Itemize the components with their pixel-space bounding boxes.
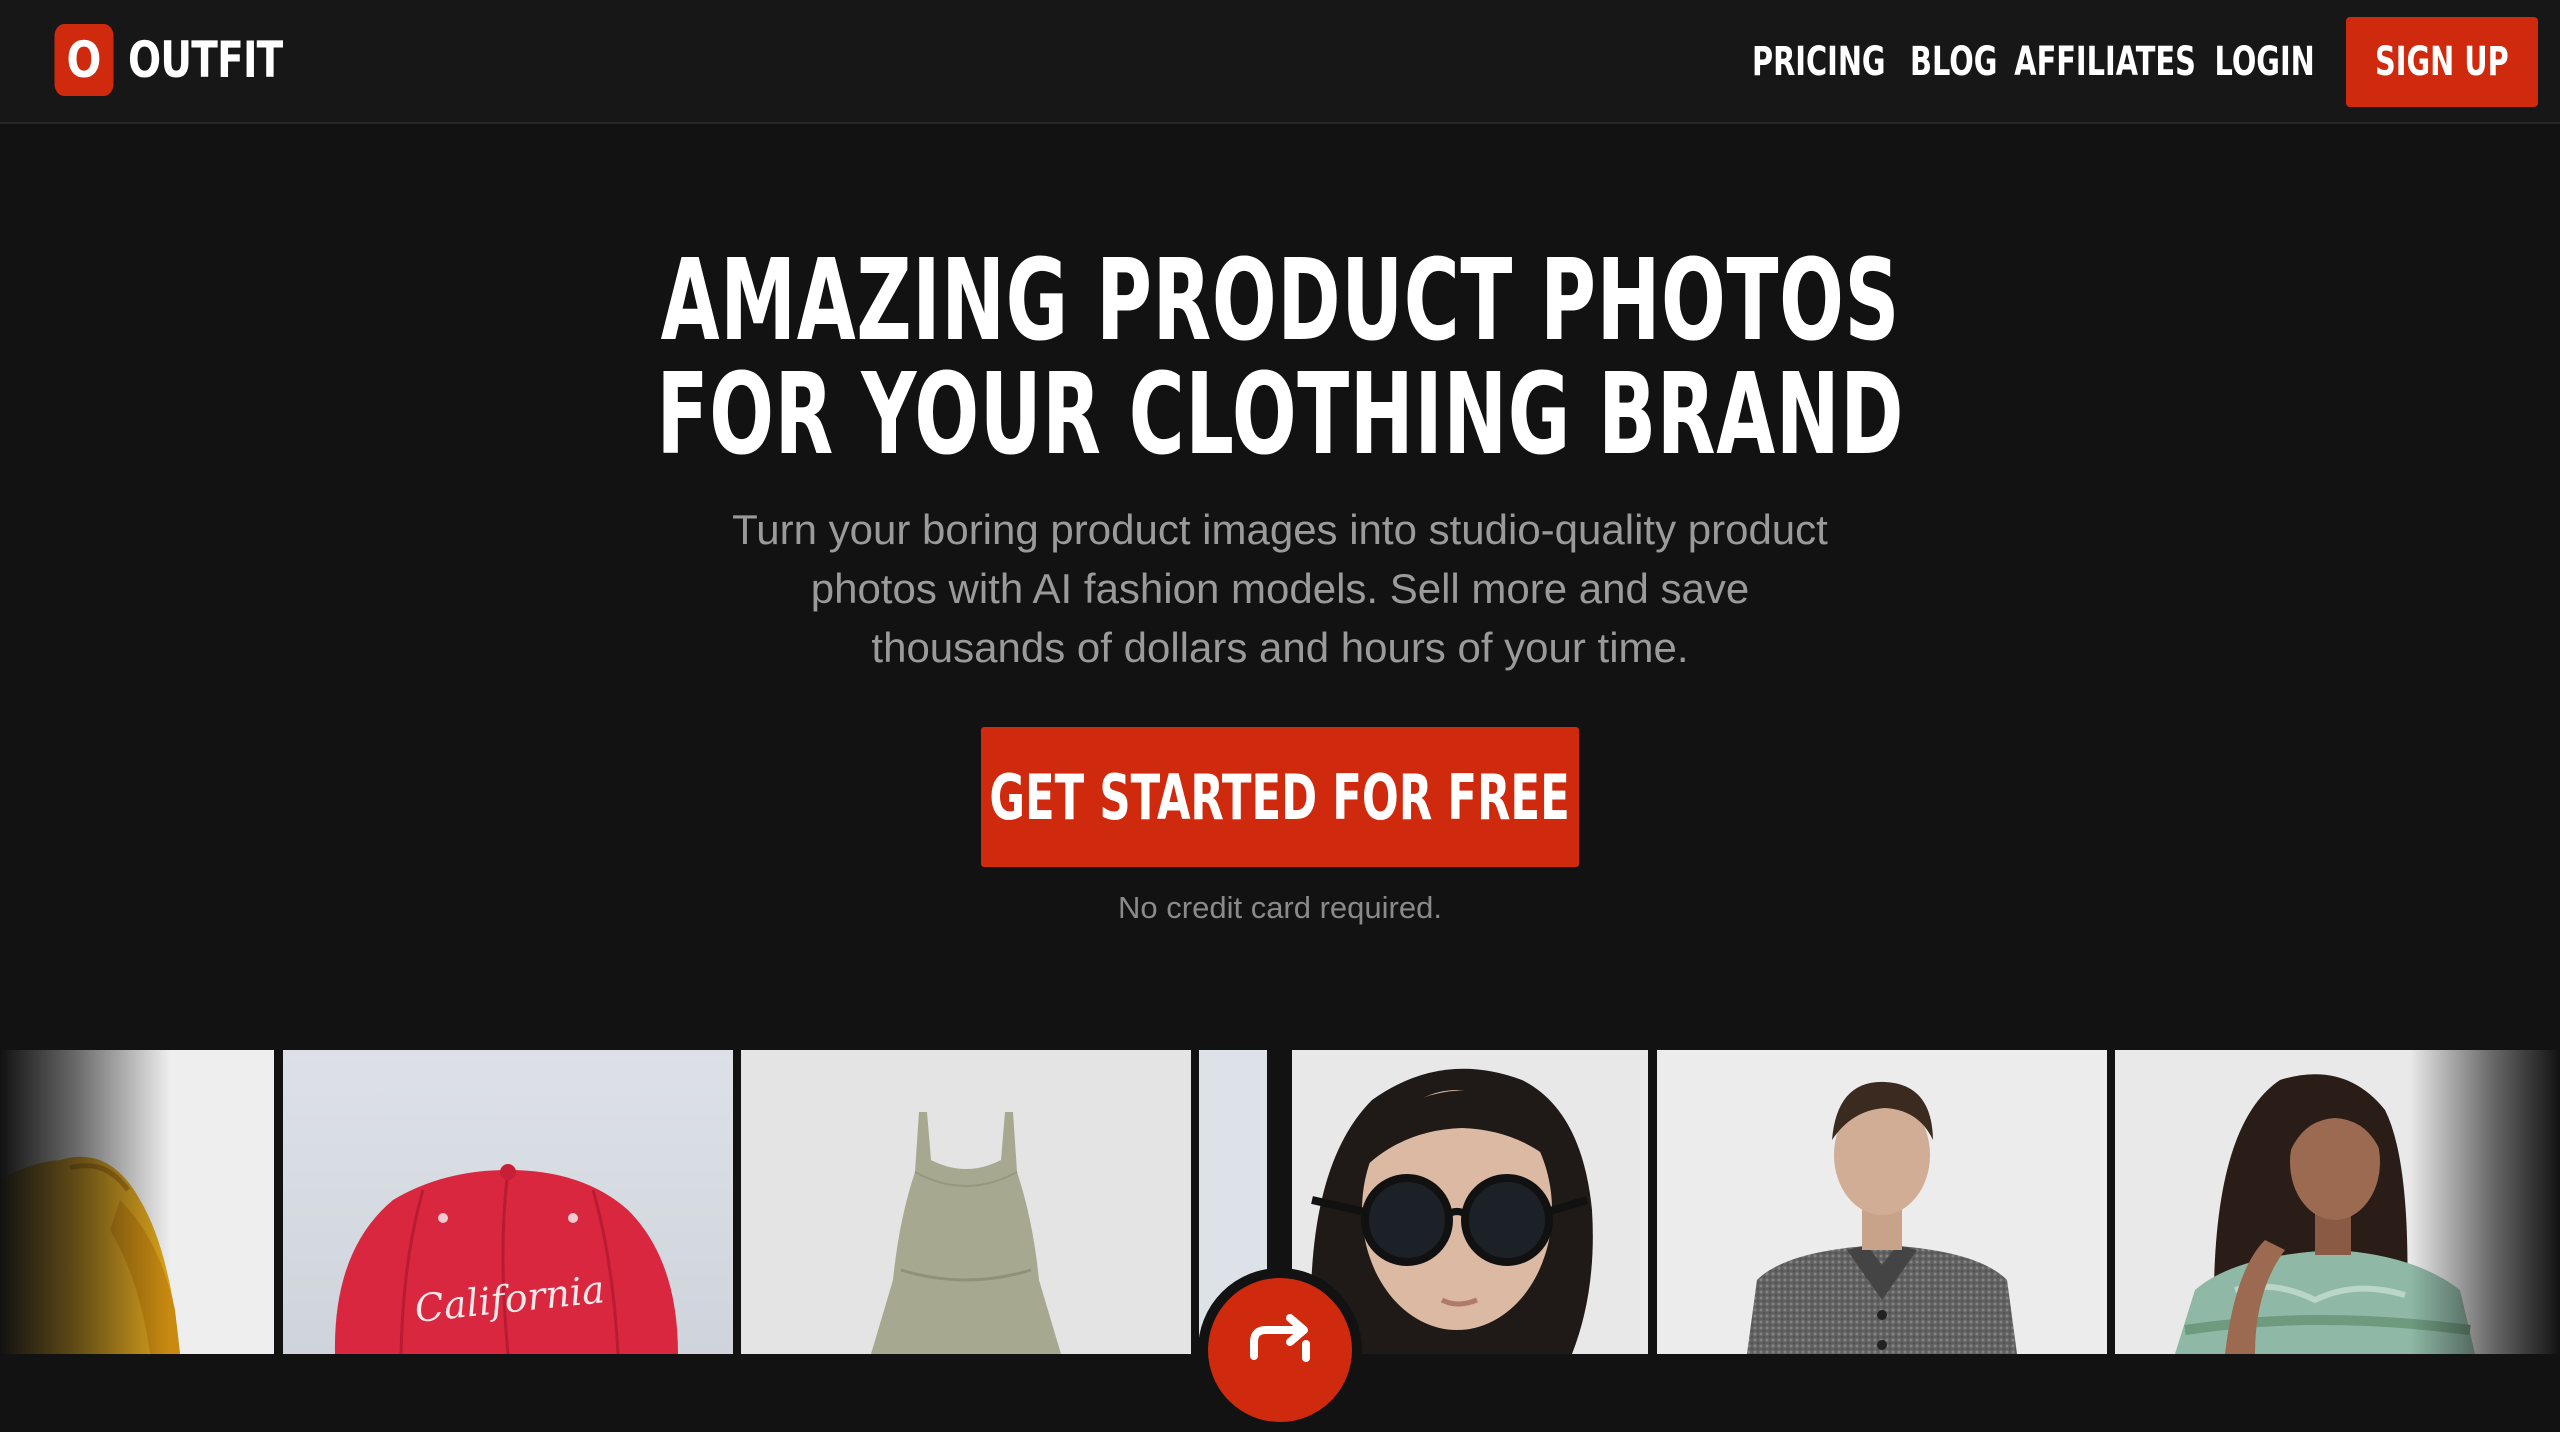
nav-link-pricing[interactable]: PRICING bbox=[1752, 39, 1886, 85]
hero-title: AMAZING PRODUCT PHOTOS FOR YOUR CLOTHING… bbox=[0, 244, 2560, 472]
brand-logo[interactable]: O OUTFIT bbox=[48, 24, 326, 96]
brand-name: OUTFIT bbox=[128, 31, 283, 89]
nav-link-login[interactable]: LOGIN bbox=[2214, 39, 2314, 85]
logo-mark: O bbox=[54, 24, 114, 96]
sage-dress-image bbox=[741, 1050, 1191, 1354]
get-started-button[interactable]: GET STARTED FOR FREE bbox=[981, 727, 1579, 867]
gallery-card-red-cap: California bbox=[283, 1050, 733, 1354]
knit-sweater-model-image bbox=[2115, 1050, 2560, 1354]
get-started-label: GET STARTED FOR FREE bbox=[989, 760, 1571, 834]
hero-title-line2: FOR YOUR CLOTHING BRAND bbox=[656, 350, 1904, 480]
hero-title-line1: AMAZING PRODUCT PHOTOS bbox=[660, 236, 1900, 366]
hero-subtitle: Turn your boring product images into stu… bbox=[732, 506, 1828, 671]
tweed-jacket-model-image bbox=[1657, 1050, 2107, 1354]
signup-button[interactable]: SIGN UP bbox=[2346, 17, 2538, 107]
gallery-card-sage-dress bbox=[741, 1050, 1191, 1354]
image-compare-toggle-button[interactable] bbox=[1198, 1268, 1362, 1432]
cta-note: No credit card required. bbox=[1118, 890, 1442, 925]
top-navbar: O OUTFIT PRICING BLOG AFFILIATES LOGIN S… bbox=[0, 0, 2560, 124]
nav-link-blog[interactable]: BLOG bbox=[1910, 39, 1997, 85]
gallery-card-knit-sweater-model bbox=[2115, 1050, 2560, 1354]
nav-link-affiliates[interactable]: AFFILIATES bbox=[2014, 39, 2196, 85]
red-cap-image: California bbox=[283, 1050, 733, 1354]
gallery-card-tweed-jacket-model bbox=[1657, 1050, 2107, 1354]
gallery-card-puffer-jacket bbox=[0, 1050, 274, 1354]
signup-label: SIGN UP bbox=[2375, 39, 2509, 85]
nav-links: PRICING BLOG AFFILIATES LOGIN SIGN UP bbox=[1726, 17, 2538, 107]
swap-arrow-icon bbox=[1250, 1314, 1310, 1362]
puffer-jacket-image bbox=[0, 1050, 274, 1354]
